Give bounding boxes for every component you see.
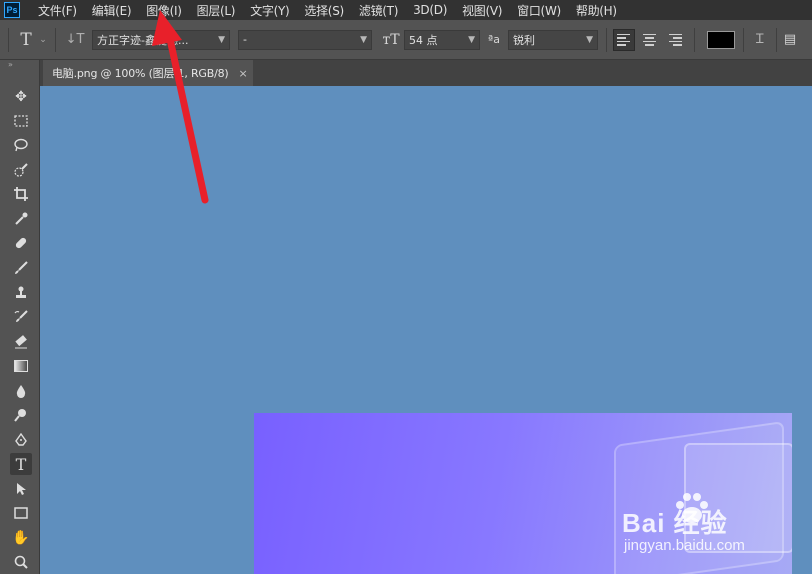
zoom-tool-icon[interactable] — [10, 551, 32, 573]
document-tab-bar: 电脑.png @ 100% (图层 1, RGB/8) × — [40, 60, 812, 86]
menu-view[interactable]: 视图(V) — [462, 2, 502, 19]
path-selection-tool-icon[interactable] — [10, 478, 32, 500]
font-style-value: - — [243, 33, 247, 46]
antialias-value: 锐利 — [513, 33, 535, 47]
chevron-down-icon: ▼ — [468, 34, 475, 45]
blur-tool-icon[interactable] — [10, 380, 32, 402]
menu-3d[interactable]: 3D(D) — [413, 3, 447, 17]
type-tool-preset-icon[interactable]: T — [15, 30, 37, 50]
align-right-button[interactable] — [663, 29, 685, 51]
close-icon[interactable]: × — [238, 67, 247, 80]
menu-type[interactable]: 文字(Y) — [250, 2, 290, 19]
font-family-dropdown[interactable]: 方正字迹-鑫键德... ▼ — [92, 29, 230, 50]
type-tool-icon[interactable]: T — [10, 453, 32, 475]
rectangle-tool-icon[interactable] — [10, 502, 32, 524]
history-brush-tool-icon[interactable] — [10, 306, 32, 328]
warp-text-icon[interactable]: Ꮖ — [750, 32, 770, 47]
font-size-icon: ᴛT — [382, 31, 400, 48]
align-left-button[interactable] — [613, 28, 635, 51]
align-center-button[interactable] — [638, 29, 660, 51]
options-bar: T ⌄ ↓T 方正字迹-鑫键德... ▼ - ▼ ᴛT 54 点 ▼ ªa 锐利 ▼ Ꮖ… — [0, 20, 812, 60]
panel-collapse-icon[interactable]: » — [0, 60, 39, 72]
healing-brush-tool-icon[interactable] — [10, 232, 32, 254]
lasso-tool-icon[interactable] — [10, 134, 32, 156]
marquee-tool-icon[interactable] — [10, 110, 32, 132]
divider — [776, 27, 777, 52]
quick-selection-tool-icon[interactable] — [10, 159, 32, 181]
chevron-down-icon: ▼ — [586, 34, 593, 45]
menu-bar: Ps 文件(F) 编辑(E) 图像(I) 图层(L) 文字(Y) 选择(S) 滤… — [0, 0, 812, 20]
clone-stamp-tool-icon[interactable] — [10, 282, 32, 304]
chevron-down-icon: ▼ — [218, 34, 225, 45]
menu-edit[interactable]: 编辑(E) — [92, 2, 132, 19]
menu-file[interactable]: 文件(F) — [38, 2, 77, 19]
menu-window[interactable]: 窗口(W) — [517, 2, 561, 19]
menu-help[interactable]: 帮助(H) — [576, 2, 617, 19]
options-grip — [8, 27, 9, 52]
hand-tool-icon[interactable]: ✋ — [10, 527, 32, 549]
eraser-tool-icon[interactable] — [10, 331, 32, 353]
document-tab-title: 电脑.png @ 100% (图层 1, RGB/8) — [52, 67, 229, 80]
watermark-url: jingyan.baidu.com — [624, 537, 745, 554]
pen-tool-icon[interactable] — [10, 429, 32, 451]
divider — [55, 27, 56, 52]
photoshop-logo-icon: Ps — [4, 2, 20, 18]
antialias-icon: ªa — [488, 33, 500, 46]
font-style-dropdown[interactable]: - ▼ — [238, 29, 372, 50]
text-orientation-icon[interactable]: ↓T — [62, 32, 88, 47]
document-tab[interactable]: 电脑.png @ 100% (图层 1, RGB/8) × — [43, 60, 253, 86]
crop-tool-icon[interactable] — [10, 183, 32, 205]
font-family-value: 方正字迹-鑫键德... — [97, 33, 189, 47]
tool-preset-chevron-icon[interactable]: ⌄ — [37, 35, 49, 45]
menu-select[interactable]: 选择(S) — [304, 2, 344, 19]
divider — [606, 27, 607, 52]
brush-tool-icon[interactable] — [10, 257, 32, 279]
tools-panel: » ✥ T ✋ — [0, 60, 40, 574]
gradient-tool-icon[interactable] — [10, 355, 32, 377]
move-tool-icon[interactable]: ✥ — [10, 86, 32, 108]
eyedropper-tool-icon[interactable] — [10, 208, 32, 230]
divider — [694, 27, 695, 52]
baidu-jingyan-watermark: Bai 经验 jingyan.baidu.com — [620, 493, 790, 560]
character-panel-icon[interactable]: ▤ — [783, 32, 797, 47]
chevron-down-icon: ▼ — [360, 34, 367, 45]
text-color-swatch[interactable] — [707, 30, 735, 49]
menu-image[interactable]: 图像(I) — [146, 2, 182, 19]
font-size-value: 54 点 — [409, 33, 438, 47]
menu-filter[interactable]: 滤镜(T) — [359, 2, 399, 19]
divider — [743, 27, 744, 52]
dodge-tool-icon[interactable] — [10, 404, 32, 426]
font-size-dropdown[interactable]: 54 点 ▼ — [404, 29, 480, 50]
watermark-brand: Bai 经验 — [622, 508, 728, 538]
antialias-dropdown[interactable]: 锐利 ▼ — [508, 29, 598, 50]
menu-layer[interactable]: 图层(L) — [197, 2, 236, 19]
